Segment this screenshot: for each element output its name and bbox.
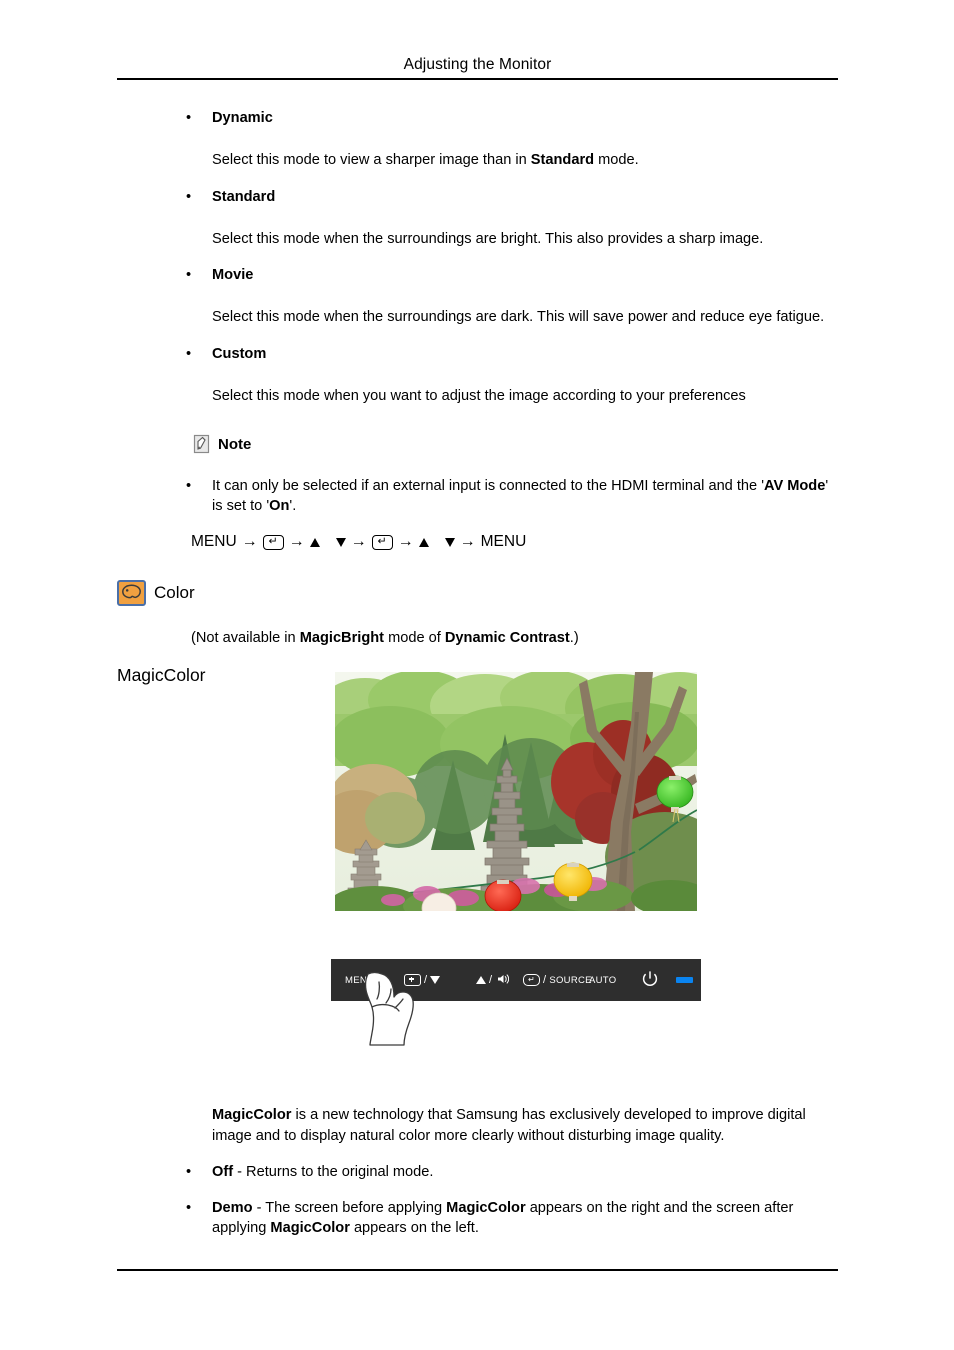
note-pencil-icon — [192, 434, 212, 454]
mode-term: Standard — [212, 188, 276, 205]
text-bold: MagicColor — [270, 1220, 350, 1236]
source-button-label: SOURCE — [549, 974, 592, 986]
mode-term: Dynamic — [212, 110, 273, 126]
option-term: Off — [212, 1164, 234, 1180]
option-term: Demo — [212, 1200, 253, 1216]
brightness-down-button[interactable]: / — [404, 974, 441, 986]
text-run: '. — [289, 498, 297, 514]
text-run: mode. — [594, 152, 639, 168]
text-run: It can only be selected if an external i… — [212, 478, 764, 494]
magiccolor-paragraph: MagicColor is a new technology that Sams… — [0, 1105, 954, 1146]
enter-key-icon — [523, 974, 540, 986]
note-bullet: • It can only be selected if an external … — [0, 476, 954, 516]
main-content: • Dynamic Select this mode to view a sha… — [0, 108, 954, 686]
text-run: appears on the left. — [349, 1220, 479, 1236]
bullet-dot: • — [186, 188, 192, 205]
color-section-heading: Color — [0, 580, 954, 606]
triangle-up-icon — [418, 537, 429, 547]
triangle-down-icon — [430, 976, 441, 984]
menu-path-end: MENU — [480, 533, 527, 550]
auto-button-label: AUTO — [589, 974, 617, 986]
text-run: Select this mode to view a sharper image… — [212, 152, 531, 168]
mode-description: Select this mode when the surroundings a… — [212, 230, 764, 247]
color-palette-icon — [117, 580, 146, 606]
mode-description: Select this mode to view a sharper image… — [0, 150, 954, 171]
bullet-dot: • — [186, 1164, 192, 1180]
text-run: is a new technology that Samsung has exc… — [212, 1107, 806, 1144]
triangle-down-icon — [444, 537, 455, 547]
separator: / — [543, 974, 547, 986]
page-header-title: Adjusting the Monitor — [403, 56, 552, 73]
mode-term: Movie — [212, 267, 254, 283]
enter-key-icon — [371, 534, 393, 550]
menu-button[interactable]: MENU — [345, 975, 374, 986]
bullet-dot: • — [186, 267, 192, 283]
garden-photo-illustration — [335, 672, 697, 911]
auto-button[interactable]: AUTO — [589, 975, 616, 986]
magiccolor-sample-photo — [335, 672, 697, 911]
power-button[interactable] — [640, 969, 660, 992]
separator: / — [424, 974, 428, 986]
arrow-right-icon: → — [397, 533, 414, 550]
triangle-up-icon — [309, 537, 320, 547]
mode-description: Select this mode when you want to adjust… — [212, 387, 746, 404]
list-item: • Custom — [0, 344, 954, 364]
arrow-right-icon: → — [241, 533, 258, 550]
option-item-off: • Off - Returns to the original mode. — [0, 1162, 954, 1182]
text-bold: MagicColor — [212, 1107, 292, 1123]
menu-button-label: MENU — [345, 974, 375, 986]
list-item: • Dynamic — [0, 108, 954, 128]
menu-path-start: MENU — [191, 533, 237, 550]
power-led — [676, 977, 693, 983]
mode-description: Select this mode when the surroundings a… — [212, 309, 825, 325]
enter-source-button[interactable]: / SOURCE — [523, 974, 592, 986]
mode-term: Custom — [212, 345, 267, 362]
text-bold: AV Mode — [763, 478, 826, 494]
text-bold: Dynamic Contrast — [444, 630, 570, 646]
footer-rule — [117, 1269, 838, 1271]
bullet-dot: • — [186, 1200, 192, 1216]
list-item: • Standard — [0, 187, 954, 207]
triangle-up-icon — [476, 976, 486, 984]
magiccolor-description-block: MagicColor is a new technology that Sams… — [0, 1105, 954, 1238]
document-page: Adjusting the Monitor • Dynamic Select t… — [0, 0, 954, 1350]
color-section-title: Color — [154, 583, 195, 602]
text-bold: Standard — [530, 152, 595, 168]
arrow-right-icon: → — [350, 533, 367, 550]
brightness-icon — [404, 974, 421, 986]
text-bold: MagicColor — [446, 1200, 526, 1216]
list-item: • Movie — [0, 265, 954, 285]
triangle-down-icon — [335, 537, 346, 547]
bullet-dot: • — [186, 345, 192, 362]
text-run: .) — [569, 630, 579, 646]
bullet-dot: • — [186, 478, 192, 494]
separator: / — [489, 974, 493, 986]
text-run: (Not available in — [191, 630, 300, 646]
option-item-demo: • Demo - The screen before applying Magic… — [0, 1198, 954, 1238]
text-bold: MagicBright — [299, 630, 385, 646]
note-label: Note — [218, 435, 252, 453]
menu-navigation-path: MENU → → → → → MENU — [0, 532, 954, 552]
control-bar-background: MENU / / / — [331, 959, 701, 1001]
volume-up-button[interactable]: / — [476, 973, 510, 988]
text-run: - Returns to the original mode. — [233, 1164, 434, 1180]
text-bold: On — [269, 498, 290, 514]
color-availability-note: (Not available in MagicBright mode of Dy… — [0, 628, 954, 648]
arrow-right-icon: → — [288, 533, 305, 550]
text-run: - The screen before applying — [252, 1200, 447, 1216]
monitor-control-bar: MENU / / / — [331, 959, 701, 1046]
arrow-right-icon: → — [459, 533, 476, 550]
bullet-dot: • — [186, 110, 192, 126]
header-rule — [117, 78, 838, 80]
power-led-indicator — [676, 977, 693, 983]
text-run: mode of — [384, 630, 445, 646]
enter-key-icon — [262, 534, 284, 550]
power-icon — [640, 969, 660, 992]
speaker-icon — [495, 973, 510, 988]
note-heading: Note — [0, 434, 954, 454]
